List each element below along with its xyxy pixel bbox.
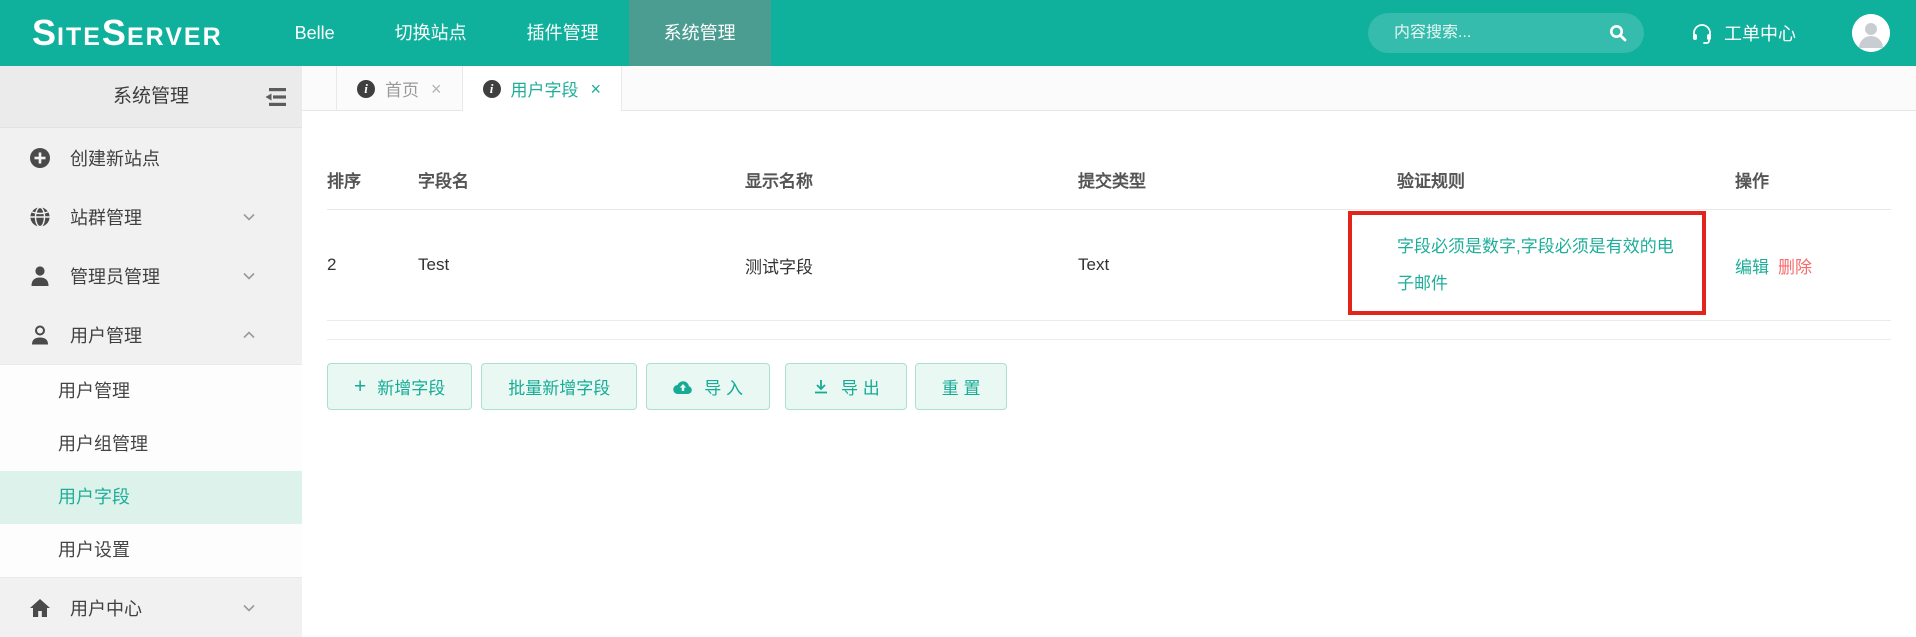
- sidebar-subitem-user-group[interactable]: 用户组管理: [0, 418, 302, 471]
- cell-actions: 编辑 删除: [1735, 253, 1891, 278]
- sidebar-item-create-site[interactable]: 创建新站点: [0, 128, 302, 187]
- import-button[interactable]: 导 入: [646, 363, 770, 410]
- search-icon[interactable]: [1608, 23, 1628, 43]
- sidebar-subitem-user-management[interactable]: 用户管理: [0, 365, 302, 418]
- tab-label: 用户字段: [510, 81, 579, 100]
- export-button[interactable]: 导 出: [785, 363, 907, 410]
- batch-add-fields-button[interactable]: 批量新增字段: [481, 363, 638, 410]
- logo-letter: S: [32, 12, 58, 53]
- top-header: SITESERVER Belle 切换站点 插件管理 系统管理 内容搜索... …: [0, 0, 1916, 66]
- button-label: 批量新增字段: [508, 379, 611, 398]
- column-header-display-name: 显示名称: [745, 172, 813, 191]
- cell-validation-rules: 字段必须是数字,字段必须是有效的电子邮件: [1397, 237, 1674, 293]
- nav-item-system-management[interactable]: 系统管理: [628, 0, 771, 66]
- chevron-down-icon: [242, 601, 256, 615]
- plus-icon: +: [354, 375, 367, 398]
- button-label: 重 置: [941, 379, 981, 398]
- cell-field-name: Test: [418, 255, 450, 274]
- cell-display-name: 测试字段: [745, 257, 813, 277]
- ticket-center[interactable]: 工单中心: [1690, 20, 1796, 46]
- sidebar-item-user-center[interactable]: 用户中心: [0, 578, 302, 637]
- download-icon: [812, 378, 830, 396]
- tab-home[interactable]: i 首页 ×: [336, 66, 463, 111]
- chevron-up-icon: [242, 328, 256, 342]
- top-nav: Belle 切换站点 插件管理 系统管理: [265, 0, 771, 66]
- close-icon[interactable]: ×: [431, 80, 442, 98]
- sidebar-item-admin-management[interactable]: 管理员管理: [0, 246, 302, 305]
- siteserver-logo: SITESERVER: [32, 12, 223, 54]
- user-avatar-icon: [1852, 14, 1890, 52]
- column-header-order: 排序: [327, 172, 361, 191]
- button-label: 导 入: [704, 379, 743, 398]
- sidebar-subitem-user-settings[interactable]: 用户设置: [0, 524, 302, 577]
- sidebar-item-site-group[interactable]: 站群管理: [0, 187, 302, 246]
- sidebar-item-label: 用户管理: [70, 325, 142, 346]
- content-search-box[interactable]: [1368, 13, 1644, 53]
- info-icon: i: [482, 79, 501, 98]
- sidebar-header: 系统管理: [0, 66, 302, 128]
- chevron-down-icon: [242, 210, 256, 224]
- toolbar: + 新增字段 批量新增字段 导 入 导 出 重 置: [327, 363, 1891, 410]
- column-header-submit-type: 提交类型: [1078, 172, 1146, 191]
- main-content: 排序 字段名 显示名称 提交类型 验证规则 操作 2 Test 测试字段 Tex…: [302, 111, 1916, 637]
- nav-item-plugin-management[interactable]: 插件管理: [497, 0, 629, 66]
- sidebar-item-user-management[interactable]: 用户管理: [0, 305, 302, 364]
- headset-icon: [1690, 21, 1714, 45]
- logo-letters: ERVER: [126, 23, 223, 51]
- ticket-center-label: 工单中心: [1724, 24, 1796, 44]
- sidebar-item-label: 创建新站点: [70, 148, 160, 169]
- cell-submit-type: Text: [1078, 255, 1110, 274]
- tab-user-fields[interactable]: i 用户字段 ×: [462, 66, 623, 111]
- tab-strip: i 首页 × i 用户字段 ×: [302, 66, 1916, 111]
- reset-button[interactable]: 重 置: [914, 363, 1008, 410]
- tab-label: 首页: [385, 81, 419, 100]
- nav-item-switch-site[interactable]: 切换站点: [365, 0, 497, 66]
- delete-link[interactable]: 删除: [1778, 253, 1812, 278]
- column-header-field-name: 字段名: [418, 172, 469, 191]
- admin-user-icon: [28, 265, 52, 287]
- globe-icon: [28, 206, 52, 228]
- plus-circle-icon: [28, 147, 52, 169]
- home-icon: [28, 597, 52, 619]
- sidebar: 系统管理 创建新站点 站群管理 管理员管理 用户管理 用户管理 用户组管理 用户…: [0, 66, 302, 637]
- user-management-submenu: 用户管理 用户组管理 用户字段 用户设置: [0, 364, 302, 578]
- user-icon: [28, 324, 52, 346]
- sidebar-subitem-user-fields[interactable]: 用户字段: [0, 471, 302, 524]
- sidebar-title: 系统管理: [112, 86, 189, 107]
- edit-link[interactable]: 编辑: [1735, 253, 1769, 278]
- chevron-down-icon: [242, 269, 256, 283]
- sidebar-item-label: 站群管理: [70, 207, 142, 228]
- avatar[interactable]: [1852, 14, 1890, 52]
- logo-letters: ITE: [57, 23, 102, 51]
- cloud-upload-icon: [673, 379, 693, 395]
- close-icon[interactable]: ×: [591, 80, 602, 98]
- table-spacer-row: [327, 321, 1891, 340]
- button-label: 导 出: [841, 379, 880, 398]
- collapse-sidebar-icon[interactable]: [262, 85, 288, 109]
- column-header-actions: 操作: [1735, 172, 1769, 191]
- add-field-button[interactable]: + 新增字段: [327, 363, 473, 410]
- table-header-row: 排序 字段名 显示名称 提交类型 验证规则 操作: [327, 150, 1891, 210]
- sidebar-item-label: 管理员管理: [70, 266, 160, 287]
- column-header-validation-rules: 验证规则: [1397, 172, 1465, 191]
- cell-order: 2: [327, 255, 337, 274]
- sidebar-item-label: 用户中心: [70, 598, 142, 619]
- header-right: 工单中心: [1368, 13, 1890, 53]
- info-icon: i: [357, 79, 375, 98]
- table-row: 2 Test 测试字段 Text 字段必须是数字,字段必须是有效的电子邮件 编辑…: [327, 210, 1891, 321]
- logo-letter: S: [101, 12, 127, 53]
- search-input[interactable]: [1394, 24, 1608, 42]
- nav-item-belle[interactable]: Belle: [265, 0, 365, 66]
- button-label: 新增字段: [377, 379, 446, 398]
